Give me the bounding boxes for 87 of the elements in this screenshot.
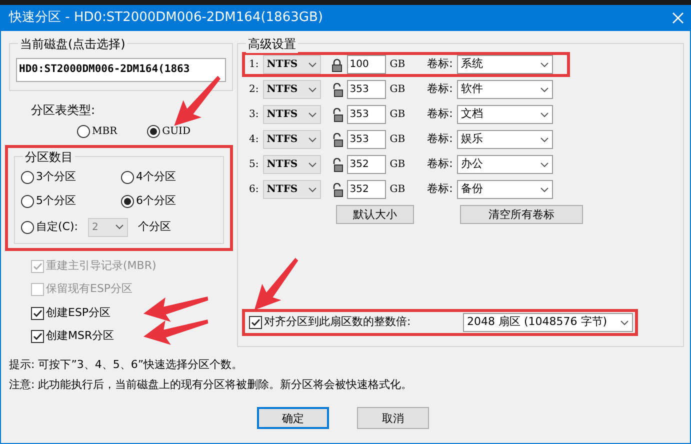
caret-icon (540, 162, 549, 168)
size-field[interactable]: 352 (346, 180, 386, 199)
caret-icon (540, 136, 549, 142)
volume-dropdown[interactable]: 文档 (456, 105, 553, 124)
volume-dropdown[interactable]: 系统 (456, 55, 553, 74)
group-label: 当前磁盘(点击选择) (18, 35, 128, 53)
filesystem-dropdown[interactable]: NTFS (262, 180, 321, 199)
filesystem-dropdown[interactable]: NTFS (262, 105, 321, 124)
filesystem-dropdown[interactable]: NTFS (262, 80, 321, 99)
row-number: 2: (249, 83, 259, 97)
radio-option[interactable]: GUID (147, 124, 191, 139)
caret-icon (308, 162, 317, 168)
group-label: 高级设置 (246, 35, 298, 53)
unit-label: 个分区 (138, 219, 171, 235)
checkmark-icon (32, 260, 43, 272)
alignment-dropdown[interactable]: 2048 扇区 (1048576 字节) (463, 313, 633, 332)
volume-label: 卷标: (427, 181, 453, 198)
unit-label: GB (390, 133, 406, 147)
caret-icon (308, 136, 317, 142)
caret-icon (308, 186, 317, 192)
radio-option[interactable]: MBR (77, 124, 118, 139)
close-icon[interactable] (672, 12, 684, 24)
disk-field[interactable]: HD0:ST2000DM006-2DM164(1863 (16, 58, 226, 82)
checkmark-icon (250, 317, 261, 328)
checkbox-option: 保留现有ESP分区 (31, 281, 133, 298)
row-number: 3: (249, 108, 259, 122)
open-padlock-icon[interactable] (330, 158, 343, 172)
filesystem-dropdown[interactable]: NTFS (262, 130, 321, 149)
unit-label: GB (390, 183, 406, 197)
filesystem-dropdown[interactable]: NTFS (262, 55, 321, 74)
radio-option[interactable]: 4个分区 (121, 168, 211, 186)
caret-icon (308, 62, 317, 68)
unit-label: GB (390, 158, 406, 172)
checkbox-option[interactable]: 对齐分区到此扇区数的整数倍: (249, 314, 411, 331)
open-padlock-icon[interactable] (330, 82, 343, 96)
row-number: 1: (249, 58, 259, 72)
volume-label: 卷标: (427, 156, 453, 172)
row-number: 5: (249, 158, 259, 172)
unit-label: GB (390, 83, 406, 97)
caret-icon (114, 224, 124, 230)
row-number: 6: (249, 183, 259, 197)
volume-label: 卷标: (427, 56, 453, 72)
clear-labels-button[interactable]: 清空所有卷标 (460, 205, 583, 224)
open-padlock-icon[interactable] (330, 132, 343, 146)
radio-option[interactable]: 5个分区 (21, 193, 121, 210)
checkmark-icon (32, 331, 43, 342)
caret-icon (540, 186, 549, 192)
ok-button[interactable]: 确定 (257, 407, 329, 429)
caret-icon (540, 112, 549, 118)
default-size-button[interactable]: 默认大小 (336, 205, 414, 224)
note-text: 注意: 此功能执行后，当前磁盘上的现有分区将被删除。新分区将会被快速格式化。 (9, 376, 414, 392)
note-text: 提示: 可按下”3、4、5、6”快速选择分区个数。 (9, 357, 244, 373)
window-title: 快速分区 - HD0:ST2000DM006-2DM164(1863GB) (9, 9, 323, 28)
volume-label: 卷标: (427, 131, 453, 148)
caret-icon (308, 112, 317, 118)
caret-icon (540, 62, 549, 68)
caret-icon (620, 320, 629, 326)
radio-option[interactable]: 6个分区 (121, 193, 211, 210)
checkbox-option[interactable]: 创建MSR分区 (31, 328, 114, 345)
padlock-icon[interactable] (330, 58, 343, 72)
volume-dropdown[interactable]: 备份 (456, 180, 553, 199)
cancel-button[interactable]: 取消 (357, 407, 429, 429)
open-padlock-icon[interactable] (330, 108, 343, 122)
volume-dropdown[interactable]: 娱乐 (456, 130, 553, 149)
size-field[interactable]: 100 (346, 55, 386, 74)
size-field[interactable]: 353 (346, 105, 386, 124)
open-padlock-icon[interactable] (330, 182, 343, 196)
row-number: 4: (249, 133, 259, 147)
caret-icon (308, 86, 317, 92)
filesystem-dropdown[interactable]: NTFS (262, 155, 321, 174)
volume-dropdown[interactable]: 办公 (456, 155, 553, 174)
volume-label: 卷标: (427, 81, 453, 98)
radio-option[interactable]: 自定(C): (21, 219, 78, 236)
caret-icon (540, 86, 549, 92)
partition-type-label: 分区表类型: (31, 102, 96, 119)
checkmark-icon (32, 308, 43, 318)
count-dropdown[interactable]: 2 (88, 218, 128, 237)
volume-dropdown[interactable]: 软件 (456, 80, 553, 99)
size-field[interactable]: 353 (346, 80, 386, 99)
unit-label: GB (390, 108, 406, 122)
size-field[interactable]: 352 (346, 155, 386, 174)
unit-label: GB (390, 58, 406, 72)
radio-option[interactable]: 3个分区 (21, 168, 121, 186)
volume-label: 卷标: (427, 106, 453, 122)
size-field[interactable]: 353 (346, 130, 386, 149)
checkbox-option: 重建主引导记录(MBR) (31, 258, 156, 274)
checkbox-option[interactable]: 创建ESP分区 (31, 304, 111, 322)
